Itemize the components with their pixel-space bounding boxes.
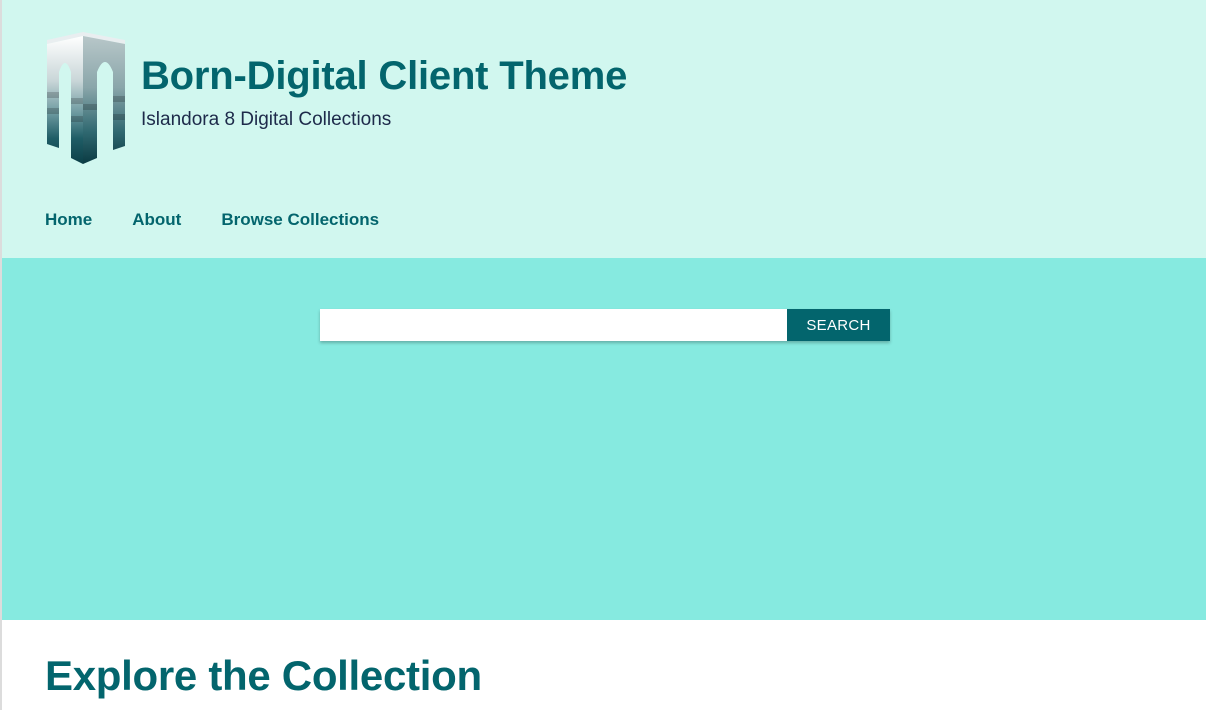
section-heading: Explore the Collection	[45, 652, 482, 699]
islandora-arch-logo-icon	[47, 32, 125, 164]
nav-item-browse-collections[interactable]: Browse Collections	[221, 208, 379, 232]
site-title[interactable]: Born-Digital Client Theme	[141, 52, 627, 100]
search-button[interactable]: SEARCH	[787, 309, 890, 341]
hero-search-region: SEARCH	[2, 258, 1206, 620]
nav-item-about[interactable]: About	[132, 208, 181, 232]
site-slogan: Islandora 8 Digital Collections	[141, 109, 392, 130]
main-navigation: Home About Browse Collections	[45, 208, 379, 232]
site-logo-link[interactable]	[45, 32, 127, 166]
search-input[interactable]	[320, 309, 787, 341]
site-header: Born-Digital Client Theme Islandora 8 Di…	[2, 0, 1206, 258]
nav-item-home[interactable]: Home	[45, 208, 92, 232]
search-form: SEARCH	[320, 309, 890, 341]
page: Born-Digital Client Theme Islandora 8 Di…	[0, 0, 1206, 710]
